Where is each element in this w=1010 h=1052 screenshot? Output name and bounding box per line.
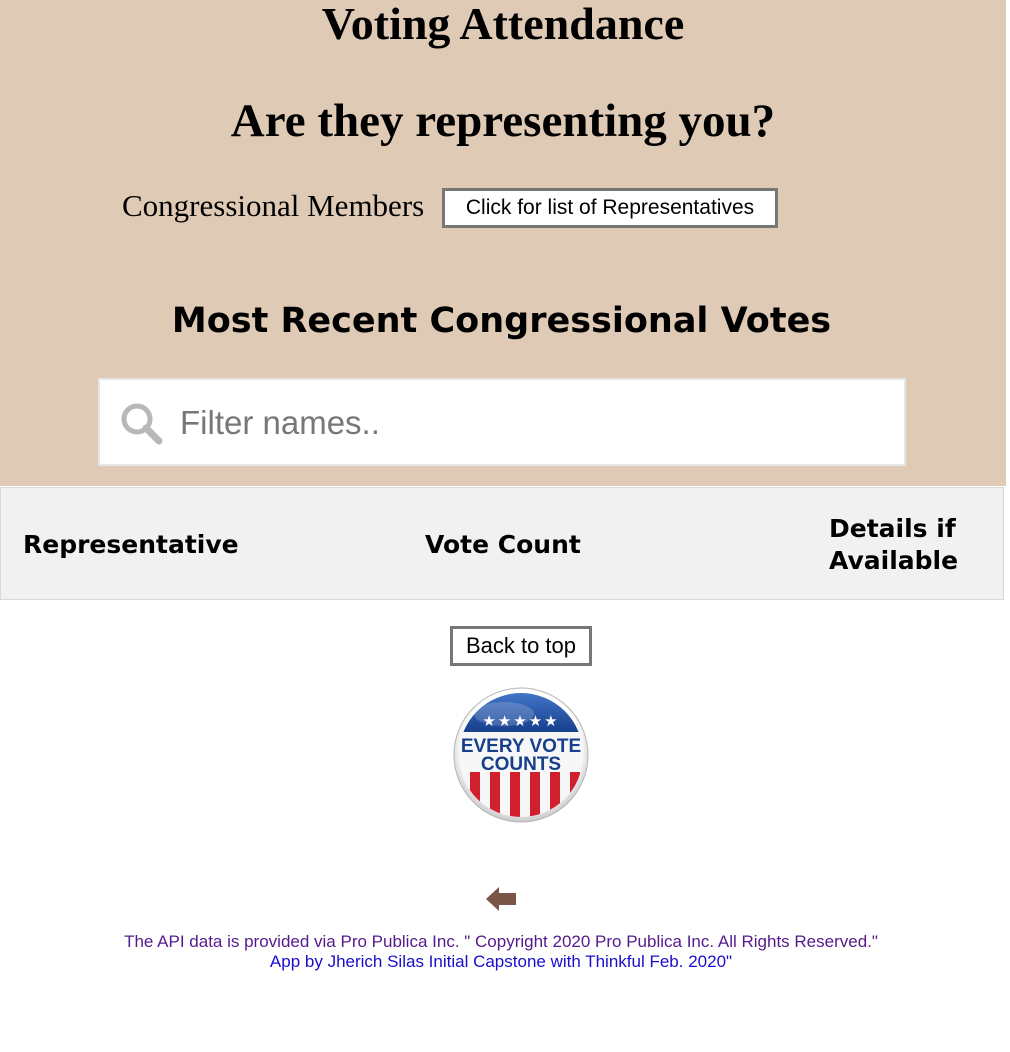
votes-heading: Most Recent Congressional Votes <box>171 301 832 341</box>
column-header-vote-count: Vote Count <box>425 530 581 559</box>
filter-box <box>98 378 906 466</box>
footer: The API data is provided via Pro Publica… <box>0 932 1002 972</box>
app-credit-link[interactable]: App by Jherich Silas Initial Capstone wi… <box>0 952 1002 972</box>
members-label: Congressional Members <box>122 188 425 223</box>
every-vote-counts-badge-image: ★★★★★ EVERY VOTE COUNTS <box>453 687 589 823</box>
column-header-details: Details if Available <box>829 514 959 575</box>
filter-names-input[interactable] <box>178 398 882 448</box>
header-section: Voting Attendance Are they representing … <box>0 0 1006 486</box>
back-to-top-button[interactable]: Back to top <box>450 626 592 666</box>
page-title: Voting Attendance <box>321 0 685 49</box>
badge-text-line2: COUNTS <box>481 754 561 775</box>
page-subtitle: Are they representing you? <box>230 95 776 147</box>
votes-table-header: Representative Vote Count Details if Ava… <box>0 487 1004 600</box>
search-icon <box>121 403 163 445</box>
representatives-list-button[interactable]: Click for list of Representatives <box>442 188 778 228</box>
column-header-representative: Representative <box>23 530 239 559</box>
api-credit-link[interactable]: The API data is provided via Pro Publica… <box>0 932 1002 952</box>
back-arrow-icon[interactable] <box>484 884 518 914</box>
